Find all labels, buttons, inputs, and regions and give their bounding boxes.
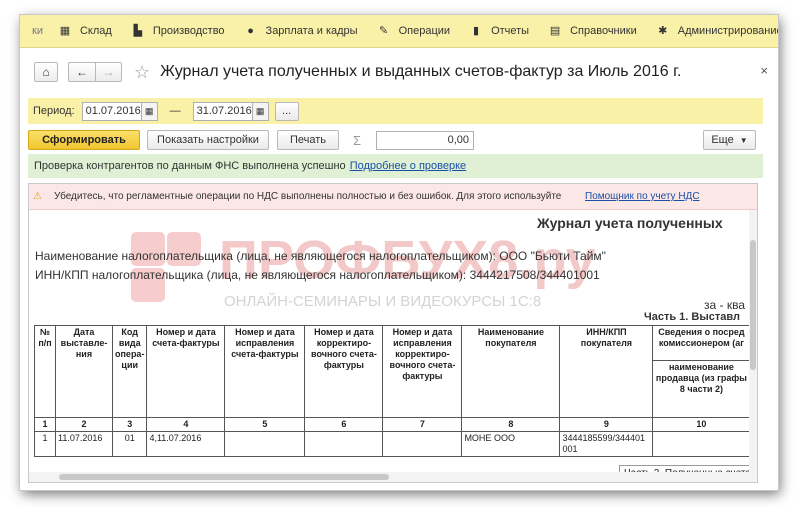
- table-header-cell: Номер и дата счета-фактуры: [146, 325, 226, 418]
- section-menu-bar: ки ▦ Склад ▙ Производство ● Зарплата и кадр…: [20, 15, 778, 48]
- invoice-journal-table: № п/п Дата выставле-ния Код вида опера-ц…: [34, 325, 751, 457]
- table-header-cell: Номер и дата корректиро-вочного счета-фа…: [304, 325, 384, 418]
- calendar-to-icon[interactable]: ▦: [252, 101, 269, 121]
- table-header-cell: Дата выставле-ния: [55, 325, 113, 418]
- vat-warning-row: ⚠ Убедитесь, что регламентные операции п…: [29, 184, 757, 210]
- period-label: Период:: [33, 105, 75, 117]
- sum-icon: Σ: [353, 132, 362, 148]
- table-header-cell: Наименование покупателя: [461, 325, 561, 418]
- period-bar: Период: 01.07.2016 ▦ — 31.07.2016 ▦ ...: [28, 98, 763, 124]
- table-header-cell: ИНН/КПП покупателя: [559, 325, 654, 418]
- report-heading: Журнал учета полученных: [537, 215, 723, 231]
- menu-item-salary[interactable]: ● Зарплата и кадры: [245, 25, 357, 37]
- period-dash: —: [169, 105, 181, 117]
- watermark-subtext: ОНЛАЙН-СЕМИНАРЫ И ВИДЕОКУРСЫ 1С:8: [224, 292, 541, 310]
- taxpayer-line: Наименование налогоплательщика (лица, не…: [35, 249, 606, 263]
- gear-icon: ✱: [658, 25, 668, 37]
- column-number: 6: [304, 417, 384, 432]
- warehouse-icon: ▦: [59, 25, 71, 37]
- table-header-cell: Сведения о посред комиссионером (аг: [652, 325, 751, 361]
- column-number: 8: [461, 417, 561, 432]
- period-choose-button[interactable]: ...: [274, 101, 299, 121]
- back-button[interactable]: ←: [68, 62, 95, 82]
- column-number: 3: [111, 417, 148, 432]
- arrow-right-icon: →: [102, 65, 115, 79]
- forward-button[interactable]: →: [95, 62, 122, 82]
- table-cell: МОНЕ ООО: [461, 431, 561, 457]
- operations-icon: ✎: [378, 25, 389, 37]
- table-cell: 01: [111, 431, 148, 457]
- menu-item-partial[interactable]: ки: [32, 25, 43, 37]
- column-number: 10: [652, 417, 751, 432]
- column-number: 4: [146, 417, 226, 432]
- form-header: ⌂ ← → ☆ Журнал учета полученных и выданн…: [20, 48, 778, 96]
- column-number: 9: [559, 417, 654, 432]
- menu-item-operations[interactable]: ✎ Операции: [378, 25, 450, 37]
- counterparty-check-bar: Проверка контрагентов по данным ФНС выпо…: [28, 154, 763, 178]
- menu-item-reports[interactable]: ▮ Отчеты: [470, 25, 529, 37]
- table-header-row: № п/п Дата выставле-ния Код вида опера-ц…: [34, 325, 751, 418]
- command-bar: Сформировать Показать настройки Печать Σ…: [28, 128, 763, 152]
- report-document: ⚠ Убедитесь, что регламентные операции п…: [28, 183, 758, 483]
- part1-heading: Часть 1. Выставл: [644, 311, 740, 323]
- period-from-field[interactable]: 01.07.2016: [81, 101, 142, 121]
- page-title: Журнал учета полученных и выданных счето…: [160, 63, 682, 80]
- table-subheader-cell: наименование продавца (из графы 8 части …: [652, 360, 751, 418]
- table-cell: [304, 431, 384, 457]
- vat-warning-text: Убедитесь, что регламентные операции по …: [53, 191, 562, 202]
- close-icon[interactable]: ×: [760, 63, 768, 78]
- warning-icon: ⚠: [33, 191, 42, 202]
- factory-icon: ▙: [133, 25, 143, 37]
- more-label: Еще: [711, 134, 734, 146]
- table-cell: 1: [34, 431, 56, 457]
- horizontal-scroll-thumb[interactable]: [59, 474, 389, 480]
- chevron-down-icon: ▼: [739, 135, 748, 145]
- inn-line: ИНН/КПП налогоплательщика (лица, не явля…: [35, 268, 600, 282]
- favorite-star-icon[interactable]: ☆: [134, 63, 150, 81]
- table-header-cell: Код вида опера-ции: [111, 325, 148, 418]
- calendar-from-icon[interactable]: ▦: [141, 101, 158, 121]
- more-button[interactable]: Еще ▼: [703, 130, 756, 150]
- menu-item-production[interactable]: ▙ Производство: [132, 25, 225, 37]
- book-icon: ▤: [549, 25, 561, 37]
- table-cell: [652, 431, 751, 457]
- check-details-link[interactable]: Подробнее о проверке: [350, 160, 466, 172]
- bar-chart-icon: ▮: [473, 25, 480, 37]
- person-icon: ●: [247, 25, 254, 37]
- show-settings-button[interactable]: Показать настройки: [147, 130, 269, 150]
- menu-item-warehouse[interactable]: ▦ Склад: [59, 25, 112, 37]
- column-number: 1: [34, 417, 56, 432]
- table-header-cell: Номер и дата исправления корректиро-вочн…: [382, 325, 463, 418]
- table-cell: 4,11.07.2016: [146, 431, 226, 457]
- arrow-left-icon: ←: [76, 65, 88, 79]
- table-header-cell: № п/п: [34, 325, 56, 418]
- generate-button[interactable]: Сформировать: [28, 130, 140, 150]
- period-to-field[interactable]: 31.07.2016: [192, 101, 253, 121]
- check-status-text: Проверка контрагентов по данным ФНС выпо…: [34, 160, 346, 172]
- table-cell: [382, 431, 463, 457]
- table-cell: [224, 431, 306, 457]
- column-number: 7: [382, 417, 463, 432]
- table-column-numbers-row: 1 2 3 4 5 6 7 8 9 10: [34, 417, 751, 432]
- menu-item-directories[interactable]: ▤ Справочники: [549, 25, 637, 37]
- horizontal-scrollbar[interactable]: [29, 472, 757, 482]
- table-row[interactable]: 1 11.07.2016 01 4,11.07.2016 МОНЕ ООО 34…: [34, 431, 751, 457]
- table-cell: 11.07.2016: [55, 431, 113, 457]
- menu-item-administration[interactable]: ✱ Администрирование: [657, 25, 778, 37]
- column-number: 2: [55, 417, 113, 432]
- app-window: ки ▦ Склад ▙ Производство ● Зарплата и кадр…: [20, 15, 778, 490]
- period-suffix: за - ква: [704, 298, 746, 312]
- print-button[interactable]: Печать: [277, 130, 339, 150]
- home-icon: ⌂: [42, 65, 50, 79]
- sum-field[interactable]: 0,00: [376, 130, 475, 150]
- table-cell: 3444185599/344401 001: [559, 431, 654, 457]
- column-number: 5: [224, 417, 306, 432]
- vertical-scrollbar[interactable]: [749, 210, 757, 472]
- vat-assistant-link[interactable]: Помощник по учету НДС: [585, 191, 700, 202]
- vertical-scroll-thumb[interactable]: [750, 240, 756, 370]
- table-header-cell: Номер и дата исправления счета-фактуры: [224, 325, 306, 418]
- home-button[interactable]: ⌂: [34, 62, 58, 82]
